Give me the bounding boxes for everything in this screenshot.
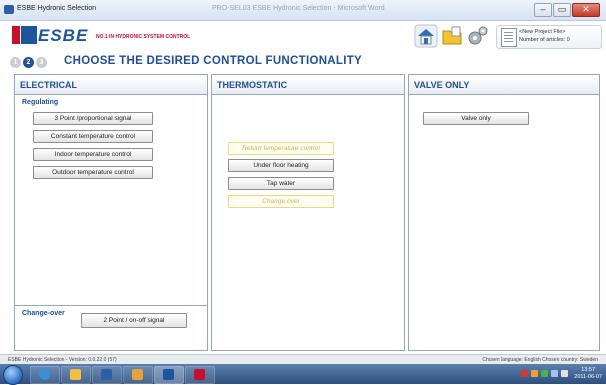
return-temperature-button: Return temperature control [228, 142, 334, 155]
logo-text: ESBE [38, 26, 89, 45]
clock-date: 2011-06-07 [574, 374, 602, 380]
valve-only-panel-header: VALVE ONLY [409, 75, 599, 95]
thermostatic-title: THERMOSTATIC [217, 80, 288, 90]
document-icon [501, 28, 517, 47]
esbe-logo-icon [12, 26, 37, 44]
taskbar-outlook[interactable] [123, 366, 153, 384]
article-count: Number of articles: 0 [519, 37, 570, 43]
version-text: ESBE Hydronic Selection - Version: 0.0.2… [8, 357, 117, 363]
minimize-button[interactable]: – [534, 3, 552, 17]
taskbar-explorer[interactable] [61, 366, 91, 384]
step-indicator: 1 2 3 [10, 55, 49, 69]
electrical-title: ELECTRICAL [20, 80, 77, 90]
esbe-app-icon [163, 369, 174, 380]
project-name: <New Project File> [519, 29, 566, 35]
valve-only-title: VALVE ONLY [414, 80, 470, 90]
title-bar: ESBE Hydronic Selection PRO-SEL03 ESBE H… [0, 0, 606, 21]
acrobat-icon [194, 369, 205, 380]
open-folder-icon[interactable] [440, 24, 464, 48]
valve-only-panel: VALVE ONLY Valve only [408, 74, 600, 351]
electrical-panel-header: ELECTRICAL [15, 75, 207, 95]
project-file-box[interactable]: <New Project File> Number of articles: 0 [496, 25, 602, 49]
app-header: ESBE NO.1 IN HYDRONIC SYSTEM CONTROL <Ne… [0, 21, 606, 51]
valve-only-button[interactable]: Valve only [423, 112, 529, 125]
word-icon [101, 369, 112, 380]
regulating-label: Regulating [22, 99, 59, 106]
taskbar-ie[interactable] [30, 366, 60, 384]
tray-volume-icon[interactable] [561, 370, 568, 377]
step-3: 3 [36, 56, 47, 68]
folder-icon [70, 369, 81, 380]
settings-gears-icon[interactable] [466, 24, 490, 48]
tray-network-icon[interactable] [551, 370, 558, 377]
thermostatic-panel-header: THERMOSTATIC [212, 75, 404, 95]
background-window-title: PRO-SEL03 ESBE Hydronic Selection - Micr… [212, 5, 385, 12]
tray-orange-icon[interactable] [531, 370, 538, 377]
taskbar-acrobat[interactable] [185, 366, 215, 384]
window-title: ESBE Hydronic Selection [17, 5, 96, 12]
under-floor-heating-button[interactable]: Under floor heating [228, 159, 334, 172]
tray-red-icon[interactable] [521, 370, 528, 377]
electrical-panel: ELECTRICAL Regulating 3 Point /proportio… [14, 74, 208, 351]
clock[interactable]: 13:57 2011-06-07 [574, 367, 602, 381]
taskbar-esbe[interactable] [154, 366, 184, 384]
changeover-button: Change-over [228, 195, 334, 208]
tap-water-button[interactable]: Tap water [228, 177, 334, 190]
start-button[interactable] [3, 365, 23, 385]
constant-temperature-button[interactable]: Constant temperature control [33, 130, 153, 143]
tray-green-icon[interactable] [541, 370, 548, 377]
clock-time: 13:57 [581, 367, 596, 373]
system-tray [518, 370, 568, 377]
three-point-proportional-button[interactable]: 3 Point /proportional signal [33, 112, 153, 125]
changeover-label: Change-over [22, 310, 65, 317]
app-icon [4, 5, 14, 14]
language-country-text: Chosen language: English Chosen country:… [482, 357, 598, 363]
tagline: NO.1 IN HYDRONIC SYSTEM CONTROL [96, 34, 191, 40]
taskbar-word[interactable] [92, 366, 122, 384]
page-title: CHOOSE THE DESIRED CONTROL FUNCTIONALITY [64, 55, 363, 67]
outdoor-temperature-button[interactable]: Outdoor temperature control [33, 166, 153, 179]
maximize-button[interactable]: ▭ [553, 3, 571, 17]
step-1[interactable]: 1 [10, 56, 21, 68]
step-2-active: 2 [23, 56, 34, 68]
taskbar: 13:57 2011-06-07 [0, 364, 606, 385]
close-button[interactable]: ✕ [572, 3, 600, 17]
thermostatic-panel: THERMOSTATIC Return temperature control … [211, 74, 405, 351]
panel-divider [15, 305, 207, 306]
status-bar: ESBE Hydronic Selection - Version: 0.0.2… [0, 354, 606, 364]
two-point-on-off-button[interactable]: 2 Point / on-off signal [81, 313, 187, 328]
outlook-icon [132, 369, 143, 380]
internet-explorer-icon [39, 369, 50, 380]
indoor-temperature-button[interactable]: Indoor temperature control [33, 148, 153, 161]
home-icon[interactable] [414, 24, 438, 48]
